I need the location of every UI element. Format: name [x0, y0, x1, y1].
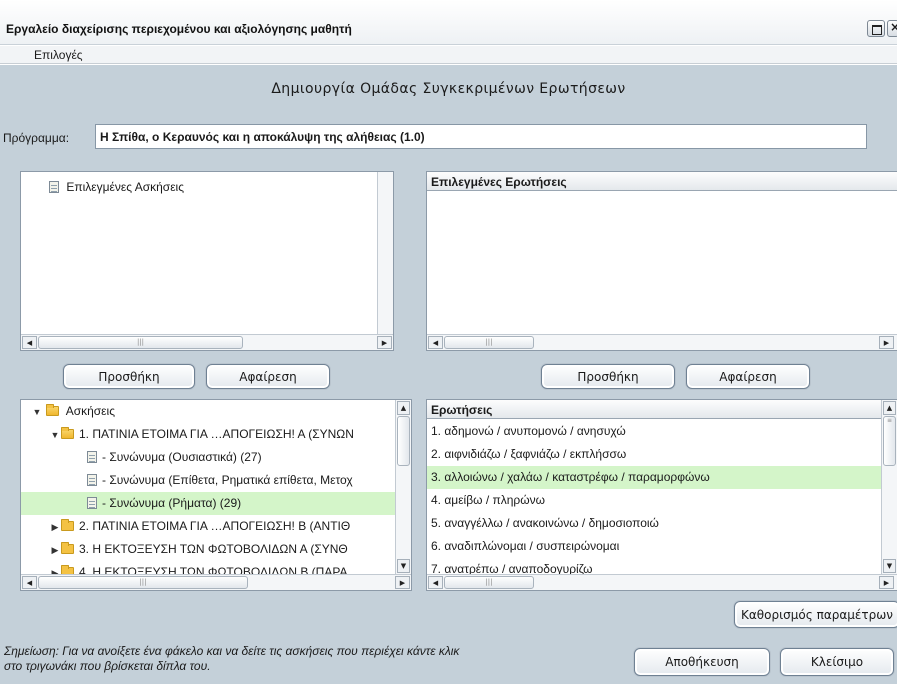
scroll-down-icon[interactable]: ▼ — [883, 559, 896, 573]
tree-item-label: 3. Η ΕΚΤΟΞΕΥΣΗ ΤΩΝ ΦΩΤΟΒΟΛΙΔΩΝ Α (ΣΥΝΘ — [79, 542, 348, 556]
collapse-triangle-icon[interactable]: ▶ — [49, 522, 61, 533]
scroll-thumb[interactable]: ||| — [38, 336, 243, 349]
horizontal-scrollbar[interactable]: ◀ ||| ▶ — [21, 574, 411, 590]
selected-exercises-root[interactable]: Επιλεγμένες Ασκήσεις — [49, 180, 184, 194]
scroll-right-icon[interactable]: ▶ — [879, 336, 894, 349]
horizontal-scrollbar[interactable]: ◀ ||| ▶ — [427, 334, 897, 350]
questions-header: Ερωτήσεις — [427, 400, 897, 419]
tree-folder-item[interactable]: ▶ 2. ΠΑΤΙΝΙΑ ΕΤΟΙΜΑ ΓΙΑ …ΑΠΟΓΕΙΩΣΗ! Β (ΑΝ… — [21, 515, 397, 538]
vertical-scrollbar[interactable]: ▲ ▼ — [395, 400, 411, 574]
folder-open-icon — [61, 427, 74, 439]
close-icon[interactable] — [887, 20, 897, 37]
scroll-thumb[interactable] — [397, 416, 410, 466]
remove-question-button[interactable]: Αφαίρεση — [686, 364, 810, 389]
question-list-item[interactable]: 5. αναγγέλλω / ανακοινώνω / δημοσιοποιώ — [427, 512, 882, 535]
scroll-left-icon[interactable]: ◀ — [428, 336, 443, 349]
tree-item-label: - Συνώνυμα (Ρήματα) (29) — [102, 496, 242, 510]
menu-options[interactable]: Επιλογές — [34, 48, 83, 62]
selected-questions-header: Επιλεγμένες Ερωτήσεις — [427, 172, 897, 191]
menu-bar: Επιλογές — [0, 46, 897, 64]
program-label: Πρόγραμμα: — [3, 131, 70, 145]
selected-exercises-root-label: Επιλεγμένες Ασκήσεις — [66, 180, 184, 194]
vertical-scrollbar[interactable] — [377, 172, 393, 334]
question-list-item[interactable]: 4. αμείβω / πληρώνω — [427, 489, 882, 512]
tree-exercise-item[interactable]: - Συνώνυμα (Επίθετα, Ρηματικά επίθετα, Μ… — [21, 469, 397, 492]
tree-root-label: Ασκήσεις — [65, 404, 115, 418]
folder-icon — [61, 519, 74, 531]
scroll-thumb[interactable]: ||| — [444, 336, 534, 349]
tree-folder-item[interactable]: ▼ 1. ΠΑΤΙΝΙΑ ΕΤΟΙΜΑ ΓΙΑ …ΑΠΟΓΕΙΩΣΗ! Α (ΣΥ… — [21, 423, 397, 446]
scroll-right-icon[interactable]: ▶ — [395, 576, 410, 589]
scroll-right-icon[interactable]: ▶ — [377, 336, 392, 349]
exercises-tree-panel: ▼ Ασκήσεις ▼ 1. ΠΑΤΙΝΙΑ ΕΤΟΙΜΑ ΓΙΑ …ΑΠΟΓΕ… — [20, 399, 412, 591]
scroll-right-icon[interactable]: ▶ — [879, 576, 894, 589]
scroll-thumb[interactable]: ||| — [444, 576, 534, 589]
question-list-item[interactable]: 6. αναδιπλώνομαι / συσπειρώνομαι — [427, 535, 882, 558]
program-field[interactable]: Η Σπίθα, ο Κεραυνός και η αποκάλυψη της … — [95, 124, 867, 149]
tree-item-label: - Συνώνυμα (Ουσιαστικά) (27) — [102, 450, 262, 464]
document-icon — [49, 181, 59, 193]
document-icon — [87, 474, 97, 486]
window-titlebar: Εργαλείο διαχείρισης περιεχομένου και αξ… — [0, 0, 897, 45]
question-list-item[interactable]: 2. αιφνιδιάζω / ξαφνιάζω / εκπλήσσω — [427, 443, 882, 466]
scroll-left-icon[interactable]: ◀ — [22, 576, 37, 589]
main-panel: Δημιουργία Ομάδας Συγκεκριμένων Ερωτήσεω… — [0, 65, 897, 684]
horizontal-scrollbar[interactable]: ◀ ||| ▶ — [427, 574, 897, 590]
folder-icon — [61, 542, 74, 554]
tree-exercise-item[interactable]: - Συνώνυμα (Ουσιαστικά) (27) — [21, 446, 397, 469]
save-button[interactable]: Αποθήκευση — [634, 648, 770, 676]
vertical-scrollbar[interactable]: ▲ ≡ ▼ — [881, 400, 897, 574]
add-exercise-button[interactable]: Προσθήκη — [63, 364, 195, 389]
expand-triangle-icon[interactable]: ▼ — [31, 407, 43, 417]
page-title: Δημιουργία Ομάδας Συγκεκριμένων Ερωτήσεω… — [271, 81, 626, 97]
scroll-up-icon[interactable]: ▲ — [883, 401, 896, 415]
help-note-line-2: στο τριγωνάκι που βρίσκεται δίπλα του. — [4, 659, 211, 673]
tree-item-label: - Συνώνυμα (Επίθετα, Ρηματικά επίθετα, Μ… — [102, 473, 353, 487]
horizontal-scrollbar[interactable]: ◀ ||| ▶ — [21, 334, 393, 350]
scroll-up-icon[interactable]: ▲ — [397, 401, 410, 415]
tree-item-label: 2. ΠΑΤΙΝΙΑ ΕΤΟΙΜΑ ΓΙΑ …ΑΠΟΓΕΙΩΣΗ! Β (ΑΝΤ… — [79, 519, 351, 533]
folder-open-icon — [46, 404, 60, 416]
collapse-triangle-icon[interactable]: ▶ — [49, 545, 61, 556]
document-icon — [87, 451, 97, 463]
close-button[interactable]: Κλείσιμο — [780, 648, 894, 676]
scroll-down-icon[interactable]: ▼ — [397, 559, 410, 573]
tree-item-label: 1. ΠΑΤΙΝΙΑ ΕΤΟΙΜΑ ΓΙΑ …ΑΠΟΓΕΙΩΣΗ! Α (ΣΥΝ… — [79, 427, 354, 441]
help-note: Σημείωση: Για να ανοίξετε ένα φάκελο και… — [4, 644, 459, 674]
tree-exercise-item[interactable]: - Συνώνυμα (Ρήματα) (29) — [21, 492, 397, 515]
parameters-button[interactable]: Καθορισμός παραμέτρων — [734, 601, 897, 628]
tree-folder-item[interactable]: ▶ 3. Η ΕΚΤΟΞΕΥΣΗ ΤΩΝ ΦΩΤΟΒΟΛΙΔΩΝ Α (ΣΥΝΘ — [21, 538, 397, 561]
scroll-thumb[interactable]: ≡ — [883, 416, 896, 466]
maximize-icon[interactable] — [867, 20, 885, 37]
add-question-button[interactable]: Προσθήκη — [541, 364, 675, 389]
question-list-item[interactable]: 1. αδημονώ / ανυπομονώ / ανησυχώ — [427, 420, 882, 443]
question-list-item[interactable]: 3. αλλοιώνω / χαλάω / καταστρέφω / παραμ… — [427, 466, 882, 489]
scroll-thumb[interactable]: ||| — [38, 576, 248, 589]
scroll-left-icon[interactable]: ◀ — [428, 576, 443, 589]
scroll-left-icon[interactable]: ◀ — [22, 336, 37, 349]
window-title: Εργαλείο διαχείρισης περιεχομένου και αξ… — [6, 22, 352, 36]
questions-list-panel: Ερωτήσεις 1. αδημονώ / ανυπομονώ / ανησυ… — [426, 399, 897, 591]
document-icon — [87, 497, 97, 509]
help-note-line-1: Σημείωση: Για να ανοίξετε ένα φάκελο και… — [4, 644, 460, 658]
selected-exercises-panel: Επιλεγμένες Ασκήσεις ◀ ||| ▶ — [20, 171, 394, 351]
tree-root[interactable]: ▼ Ασκήσεις — [21, 400, 397, 423]
selected-questions-panel: Επιλεγμένες Ερωτήσεις ◀ ||| ▶ — [426, 171, 897, 351]
remove-exercise-button[interactable]: Αφαίρεση — [206, 364, 330, 389]
expand-triangle-icon[interactable]: ▼ — [49, 430, 61, 440]
